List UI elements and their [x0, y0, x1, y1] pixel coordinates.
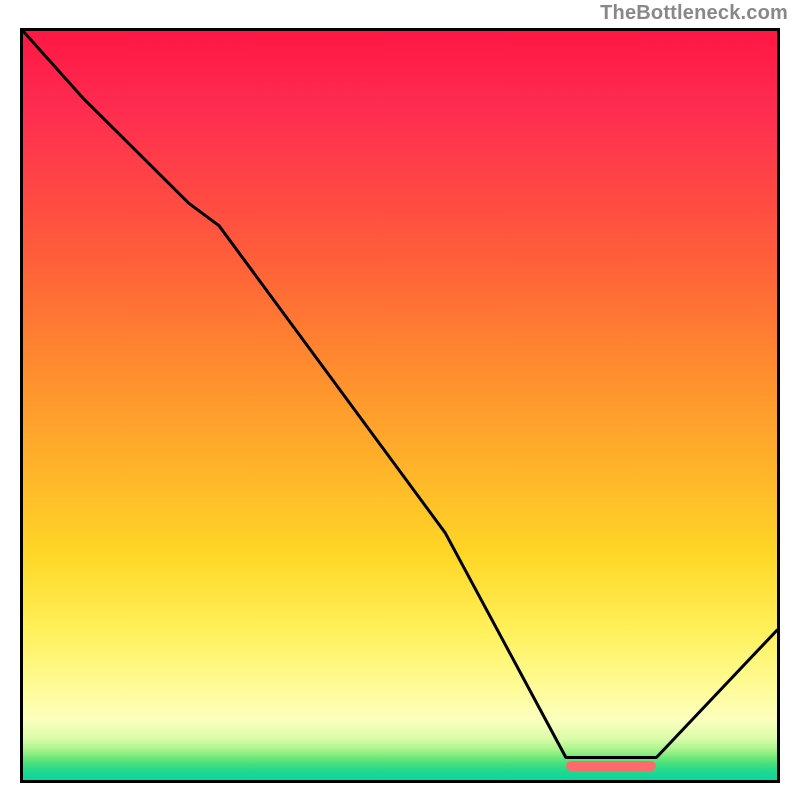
- bottleneck-curve: [23, 31, 777, 758]
- chart-container: TheBottleneck.com: [0, 0, 800, 800]
- plot-area: [20, 28, 780, 783]
- curve-svg: [23, 31, 777, 780]
- optimal-range-marker: [566, 761, 656, 771]
- watermark-text: TheBottleneck.com: [600, 2, 788, 25]
